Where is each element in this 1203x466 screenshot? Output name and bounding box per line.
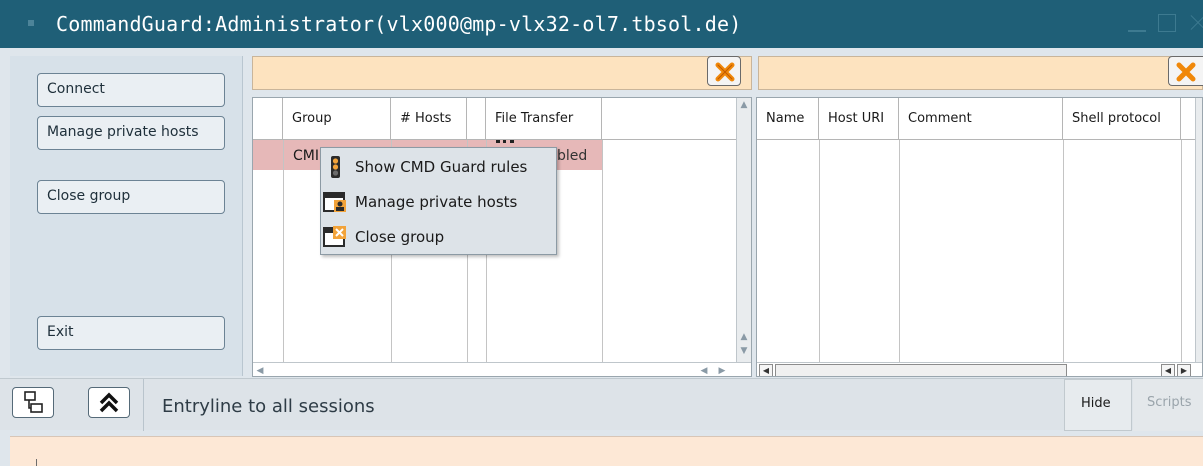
- entryline-bar: Entryline to all sessions Hide Scripts: [0, 378, 1203, 431]
- scroll-left-icon[interactable]: ◀: [759, 364, 773, 376]
- scroll-right-icon[interactable]: ▶: [715, 364, 729, 376]
- maximize-icon[interactable]: [1158, 14, 1176, 32]
- window-close-icon: [323, 226, 346, 247]
- column-header-group[interactable]: Group: [283, 98, 391, 140]
- manage-private-hosts-button[interactable]: Manage private hosts: [37, 116, 225, 150]
- menu-item-label: Manage private hosts: [355, 193, 518, 211]
- entryline-label: Entryline to all sessions: [162, 396, 375, 417]
- collapse-panel-button[interactable]: [88, 387, 130, 418]
- column-divider: [1063, 140, 1064, 362]
- menu-item-manage-private-hosts[interactable]: Manage private hosts: [321, 185, 557, 219]
- column-header-host-uri[interactable]: Host URI: [819, 98, 899, 140]
- window-menu-icon[interactable]: [28, 20, 34, 26]
- clear-host-filter-button[interactable]: [1168, 56, 1203, 86]
- scroll-left-icon[interactable]: ◀: [1161, 364, 1175, 376]
- clear-icon: [715, 62, 735, 82]
- group-filter-input[interactable]: [252, 56, 752, 90]
- menu-item-close-group[interactable]: Close group: [321, 220, 557, 254]
- horizontal-scrollbar[interactable]: ◀ ◀ ▶: [253, 362, 751, 376]
- exit-button[interactable]: Exit: [37, 316, 225, 350]
- traffic-light-icon: [331, 156, 340, 178]
- title-bar: CommandGuard:Administrator(vlx000@mp-vlx…: [0, 0, 1203, 48]
- column-divider: [899, 140, 900, 362]
- session-tree-button[interactable]: [12, 387, 54, 418]
- app-window: CommandGuard:Administrator(vlx000@mp-vlx…: [0, 0, 1203, 466]
- column-header-comment[interactable]: Comment: [899, 98, 1063, 140]
- group-cell: CMI: [293, 148, 319, 164]
- scripts-button[interactable]: Scripts: [1133, 379, 1203, 431]
- column-divider: [602, 140, 603, 362]
- column-header-hosts[interactable]: # Hosts: [391, 98, 467, 140]
- vertical-scrollbar[interactable]: [1195, 98, 1202, 362]
- close-group-button[interactable]: Close group: [37, 180, 225, 214]
- column-header-shell-protocol[interactable]: Shell protocol: [1063, 98, 1181, 140]
- connect-button[interactable]: Connect: [37, 73, 225, 107]
- scroll-up-icon[interactable]: ▲: [737, 330, 751, 344]
- column-header-filler: [602, 98, 736, 140]
- menu-item-label: Show CMD Guard rules: [355, 158, 528, 176]
- menu-item-show-cmd-guard-rules[interactable]: Show CMD Guard rules: [321, 150, 557, 184]
- scroll-thumb[interactable]: [775, 364, 1067, 376]
- scroll-down-icon[interactable]: ▼: [737, 344, 751, 358]
- menu-item-label: Close group: [355, 228, 445, 246]
- tree-structure-icon: [24, 391, 43, 413]
- context-menu: Show CMD Guard rules Manage private host…: [320, 147, 557, 255]
- clear-group-filter-button[interactable]: [707, 56, 741, 86]
- clear-icon: [1176, 62, 1196, 82]
- minimize-icon[interactable]: [1128, 30, 1146, 32]
- column-divider: [1181, 140, 1182, 362]
- vertical-scrollbar[interactable]: ▲ ▲ ▼: [736, 98, 751, 362]
- scroll-up-icon[interactable]: ▲: [737, 98, 751, 112]
- window-title: CommandGuard:Administrator(vlx000@mp-vlx…: [56, 12, 742, 36]
- column-header-select[interactable]: [253, 98, 283, 140]
- double-chevron-up-icon: [99, 392, 119, 413]
- window-user-icon: [323, 192, 346, 212]
- horizontal-scrollbar[interactable]: ◀ ◀ ▶: [757, 362, 1202, 376]
- column-header-blank[interactable]: [467, 98, 486, 140]
- column-divider: [283, 140, 284, 362]
- divider: [36, 459, 37, 466]
- host-filter-input[interactable]: [758, 56, 1203, 90]
- scroll-left-icon[interactable]: ◀: [697, 364, 711, 376]
- scroll-left-icon[interactable]: ◀: [253, 364, 267, 376]
- hosts-table: Name Host URI Comment Shell protocol ◀ ◀…: [756, 97, 1203, 377]
- scroll-right-icon[interactable]: ▶: [1177, 364, 1191, 376]
- file-transfer-cell: bled: [557, 148, 588, 164]
- entryline-input[interactable]: [10, 436, 1203, 466]
- column-divider: [819, 140, 820, 362]
- close-window-icon[interactable]: [1186, 14, 1203, 32]
- column-header-name[interactable]: Name: [757, 98, 819, 140]
- hide-button[interactable]: Hide: [1064, 379, 1132, 431]
- column-header-file-transfer[interactable]: File Transfer: [486, 98, 602, 140]
- divider: [143, 379, 144, 431]
